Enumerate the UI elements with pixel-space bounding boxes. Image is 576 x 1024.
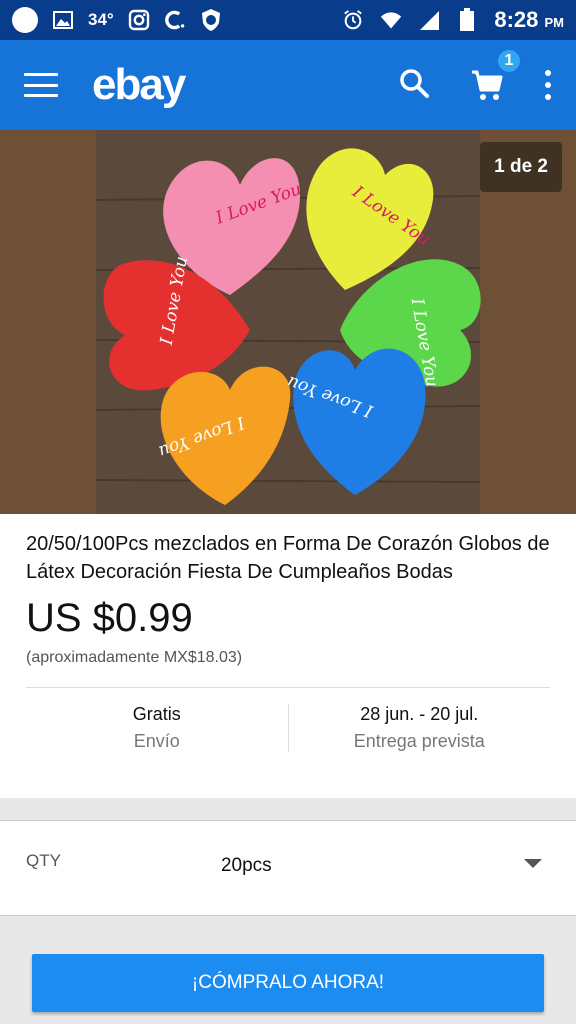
product-title: 20/50/100Pcs mezclados en Forma De Coraz… <box>26 533 550 583</box>
cart-icon <box>472 70 503 100</box>
clock-text: 8:28 PM <box>494 7 564 33</box>
battery-icon <box>456 8 478 31</box>
ebay-logo[interactable]: ebay <box>92 60 186 110</box>
buy-now-button[interactable]: ¡CÓMPRALO AHORA! <box>32 954 544 1012</box>
shipping-cost: Gratis Envío <box>26 704 288 752</box>
shipping-summary: Gratis Envío 28 jun. - 20 jul. Entrega p… <box>26 704 550 752</box>
clock-time: 8:28 <box>494 7 539 32</box>
shipping-cost-value: Gratis <box>132 704 181 724</box>
shield-app-icon <box>200 9 222 31</box>
divider <box>26 687 550 688</box>
delivery-dates: 28 jun. - 20 jul. <box>360 704 479 724</box>
cart-button[interactable]: 1 <box>470 48 522 102</box>
clock-ampm: PM <box>544 15 565 30</box>
cart-count-badge: 1 <box>496 48 522 74</box>
delivery-estimate: 28 jun. - 20 jul. Entrega prevista <box>287 704 551 752</box>
search-icon[interactable] <box>398 67 430 104</box>
dropdown-arrow-icon[interactable] <box>524 859 542 868</box>
alarm-icon <box>342 9 364 31</box>
signal-icon <box>418 9 440 31</box>
notification-dot-icon <box>12 7 38 33</box>
more-options-icon[interactable] <box>544 70 552 100</box>
product-price: US $0.99 <box>26 596 193 640</box>
c-app-icon <box>164 9 186 31</box>
app-bar: ebay 1 <box>0 40 576 130</box>
shipping-cost-label: Envío <box>133 731 180 751</box>
product-image[interactable]: I Love You I Love You I Love You I Love … <box>0 130 576 514</box>
status-bar: 34° 8:28 PM <box>0 0 576 40</box>
instagram-icon <box>128 9 150 31</box>
gallery-icon <box>52 9 74 31</box>
quantity-label: QTY <box>26 851 61 870</box>
delivery-label: Entrega prevista <box>353 731 485 751</box>
temperature-text: 34° <box>88 10 114 29</box>
quantity-selector[interactable]: QTY 20pcs <box>0 820 576 916</box>
approx-price: (aproximadamente MX$18.03) <box>26 649 243 666</box>
quantity-value: 20pcs <box>220 855 272 876</box>
hamburger-menu-icon[interactable] <box>24 73 58 97</box>
image-pager-badge: 1 de 2 <box>480 142 562 192</box>
wifi-icon <box>380 9 402 31</box>
product-info-card: 20/50/100Pcs mezclados en Forma De Coraz… <box>0 514 576 798</box>
